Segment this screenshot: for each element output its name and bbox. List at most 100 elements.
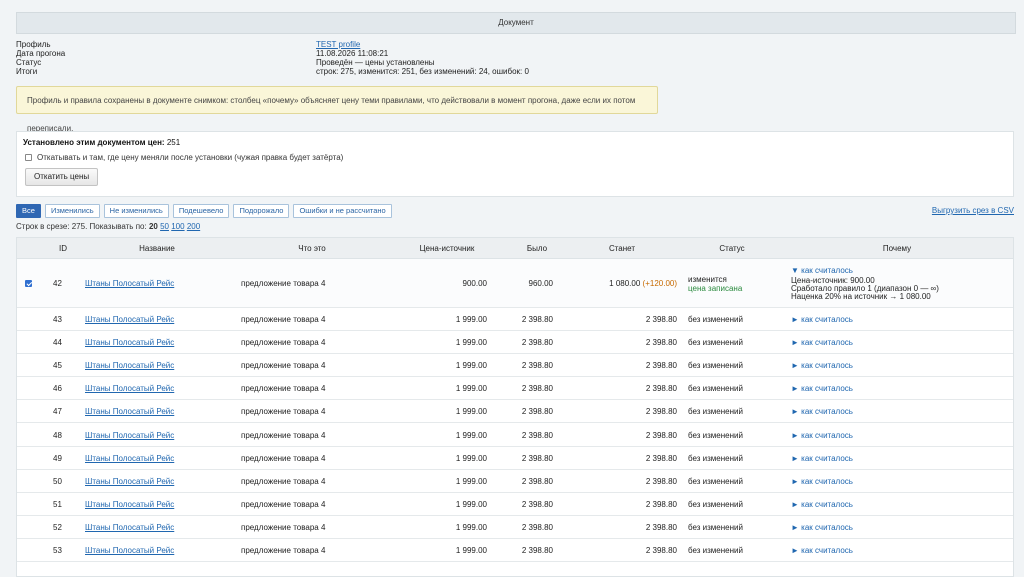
row-name-link[interactable]: Штаны Полосатый Рейс (85, 361, 174, 370)
info-row-date: Дата прогона 11.08.2026 11:08:21 (16, 49, 716, 58)
row-id: 44 (53, 338, 62, 348)
row-status: без изменений (688, 361, 743, 371)
row-will: 2 398.80 (645, 315, 677, 324)
col-why[interactable]: Почему (872, 244, 922, 253)
why-toggle[interactable]: ▼ как считалось (791, 266, 853, 275)
row-name-link[interactable]: Штаны Полосатый Рейс (85, 407, 174, 416)
row-id: 43 (53, 315, 62, 324)
row-source-price: 1 999.00 (455, 361, 487, 371)
filter-unchanged[interactable]: Не изменились (103, 204, 169, 218)
why-toggle[interactable]: ► как считалось (791, 477, 853, 486)
row-name-link[interactable]: Штаны Полосатый Рейс (85, 315, 174, 324)
rollback-button[interactable]: Откатить цены (25, 168, 99, 186)
row-name-link[interactable]: Штаны Полосатый Рейс (85, 338, 174, 347)
row-id: 45 (53, 361, 62, 371)
why-toggle[interactable]: ► как считалось (791, 384, 853, 393)
table-row[interactable]: 46 Штаны Полосатый Рейс предложение товара… (17, 377, 1013, 401)
rollback-panel: Установлено этим документом цен: 251 Отк… (16, 131, 1014, 197)
col-what[interactable]: Что это (287, 244, 337, 253)
table-row[interactable]: 47 Штаны Полосатый Рейс предложение товара… (17, 400, 1013, 424)
filter-errors[interactable]: Ошибки и не рассчитано (293, 204, 392, 218)
info-row-totals: Итоги строк: 275, изменится: 251, без из… (16, 67, 716, 76)
row-will: 2 398.80 (645, 499, 677, 509)
notice-text: Профиль и правила сохранены в документе … (27, 96, 636, 133)
row-name-link[interactable]: Штаны Полосатый Рейс (85, 279, 174, 288)
snapshot-notice: Профиль и правила сохранены в документе … (16, 86, 658, 133)
why-toggle[interactable]: ► как считалось (791, 338, 853, 347)
page-size-label: Показывать по: (89, 222, 147, 231)
row-will: 1 080.00 (+120.00) (577, 279, 677, 288)
page-size-200[interactable]: 200 (187, 222, 200, 231)
row-what: предложение товара 4 (241, 407, 326, 417)
filter-all[interactable]: Все (16, 204, 41, 218)
row-will: 2 398.80 (645, 430, 677, 440)
table-row[interactable]: 49 Штаны Полосатый Рейс предложение товара… (17, 447, 1013, 470)
filter-cheaper[interactable]: Подешевело (172, 204, 230, 218)
col-status[interactable]: Статус (707, 244, 757, 253)
row-status: без изменений (688, 476, 743, 486)
row-name-link[interactable]: Штаны Полосатый Рейс (85, 546, 174, 555)
table-row[interactable]: 48 Штаны Полосатый Рейс предложение товара… (17, 424, 1013, 447)
why-toggle[interactable]: ► как считалось (791, 361, 853, 370)
slice-count: Строк в срезе: 275. (16, 222, 88, 231)
row-source-price: 1 999.00 (455, 499, 487, 509)
row-will: 2 398.80 (645, 476, 677, 486)
why-toggle[interactable]: ► как считалось (791, 315, 853, 324)
why-toggle[interactable]: ► как считалось (791, 523, 853, 532)
row-checkbox[interactable] (25, 280, 32, 287)
row-name-link[interactable]: Штаны Полосатый Рейс (85, 477, 174, 486)
table-row[interactable]: 51 Штаны Полосатый Рейс предложение товара… (17, 493, 1013, 516)
page-size-current: 20 (148, 222, 158, 231)
row-will: 2 398.80 (645, 522, 677, 532)
row-name-link[interactable]: Штаны Полосатый Рейс (85, 454, 174, 463)
row-was: 960.00 (528, 279, 553, 288)
overwrite-checkbox-row[interactable]: Откатывать и там, где цену меняли после … (25, 153, 343, 162)
row-id: 53 (53, 546, 62, 555)
row-what: предложение товара 4 (241, 453, 326, 463)
col-source-price[interactable]: Цена-источник (407, 244, 487, 253)
row-source-price: 1 999.00 (455, 315, 487, 324)
why-toggle[interactable]: ► как считалось (791, 500, 853, 509)
row-source-price: 900.00 (462, 279, 487, 288)
page-size-100[interactable]: 100 (171, 222, 184, 231)
table-row[interactable]: 43 Штаны Полосатый Рейс предложение товара… (17, 308, 1013, 331)
table-row[interactable]: 42 Штаны Полосатый Рейс предложение това… (17, 259, 1013, 308)
pager: Строк в срезе: 275. Показывать по: 20 50… (16, 222, 200, 231)
row-what: предложение товара 4 (241, 315, 326, 324)
row-was: 2 398.80 (521, 522, 553, 532)
col-will[interactable]: Станет (597, 244, 647, 253)
why-toggle[interactable]: ► как считалось (791, 454, 853, 463)
col-id[interactable]: ID (47, 244, 79, 253)
row-was: 2 398.80 (521, 476, 553, 486)
row-what: предложение товара 4 (241, 546, 326, 555)
why-toggle[interactable]: ► как считалось (791, 407, 853, 416)
filter-changed[interactable]: Изменились (44, 204, 100, 218)
table-row[interactable]: 52 Штаны Полосатый Рейс предложение товара… (17, 516, 1013, 539)
col-was[interactable]: Было (512, 244, 562, 253)
info-value: 11.08.2026 11:08:21 (316, 49, 389, 58)
profile-link[interactable]: TEST profile (316, 40, 360, 49)
row-was: 2 398.80 (521, 407, 553, 417)
table-row[interactable]: 53 Штаны Полосатый Рейс предложение товара… (17, 539, 1013, 562)
why-toggle[interactable]: ► как считалось (791, 431, 853, 440)
info-label: Профиль (16, 40, 51, 49)
col-name[interactable]: Название (127, 244, 187, 253)
row-will: 2 398.80 (645, 361, 677, 371)
export-csv-link[interactable]: Выгрузить срез в CSV (932, 206, 1014, 215)
row-name-link[interactable]: Штаны Полосатый Рейс (85, 500, 174, 509)
row-name-link[interactable]: Штаны Полосатый Рейс (85, 523, 174, 532)
info-row-status: Статус Проведён — цены установлены (16, 58, 716, 67)
page-size-50[interactable]: 50 (160, 222, 169, 231)
table-row[interactable]: 50 Штаны Полосатый Рейс предложение товара… (17, 470, 1013, 493)
row-what: предложение товара 4 (241, 384, 326, 394)
filter-pricier[interactable]: Подорожало (233, 204, 290, 218)
info-label: Статус (16, 58, 42, 67)
row-id: 51 (53, 499, 62, 509)
why-toggle[interactable]: ► как считалось (791, 546, 853, 555)
table-row[interactable]: 45 Штаны Полосатый Рейс предложение товара… (17, 354, 1013, 378)
calc-line: Наценка 20% на источник → 1 080.00 (791, 292, 931, 301)
row-name-link[interactable]: Штаны Полосатый Рейс (85, 431, 174, 440)
table-row[interactable]: 44 Штаны Полосатый Рейс предложение товара… (17, 331, 1013, 355)
row-name-link[interactable]: Штаны Полосатый Рейс (85, 384, 174, 393)
overwrite-checkbox[interactable] (25, 154, 32, 161)
